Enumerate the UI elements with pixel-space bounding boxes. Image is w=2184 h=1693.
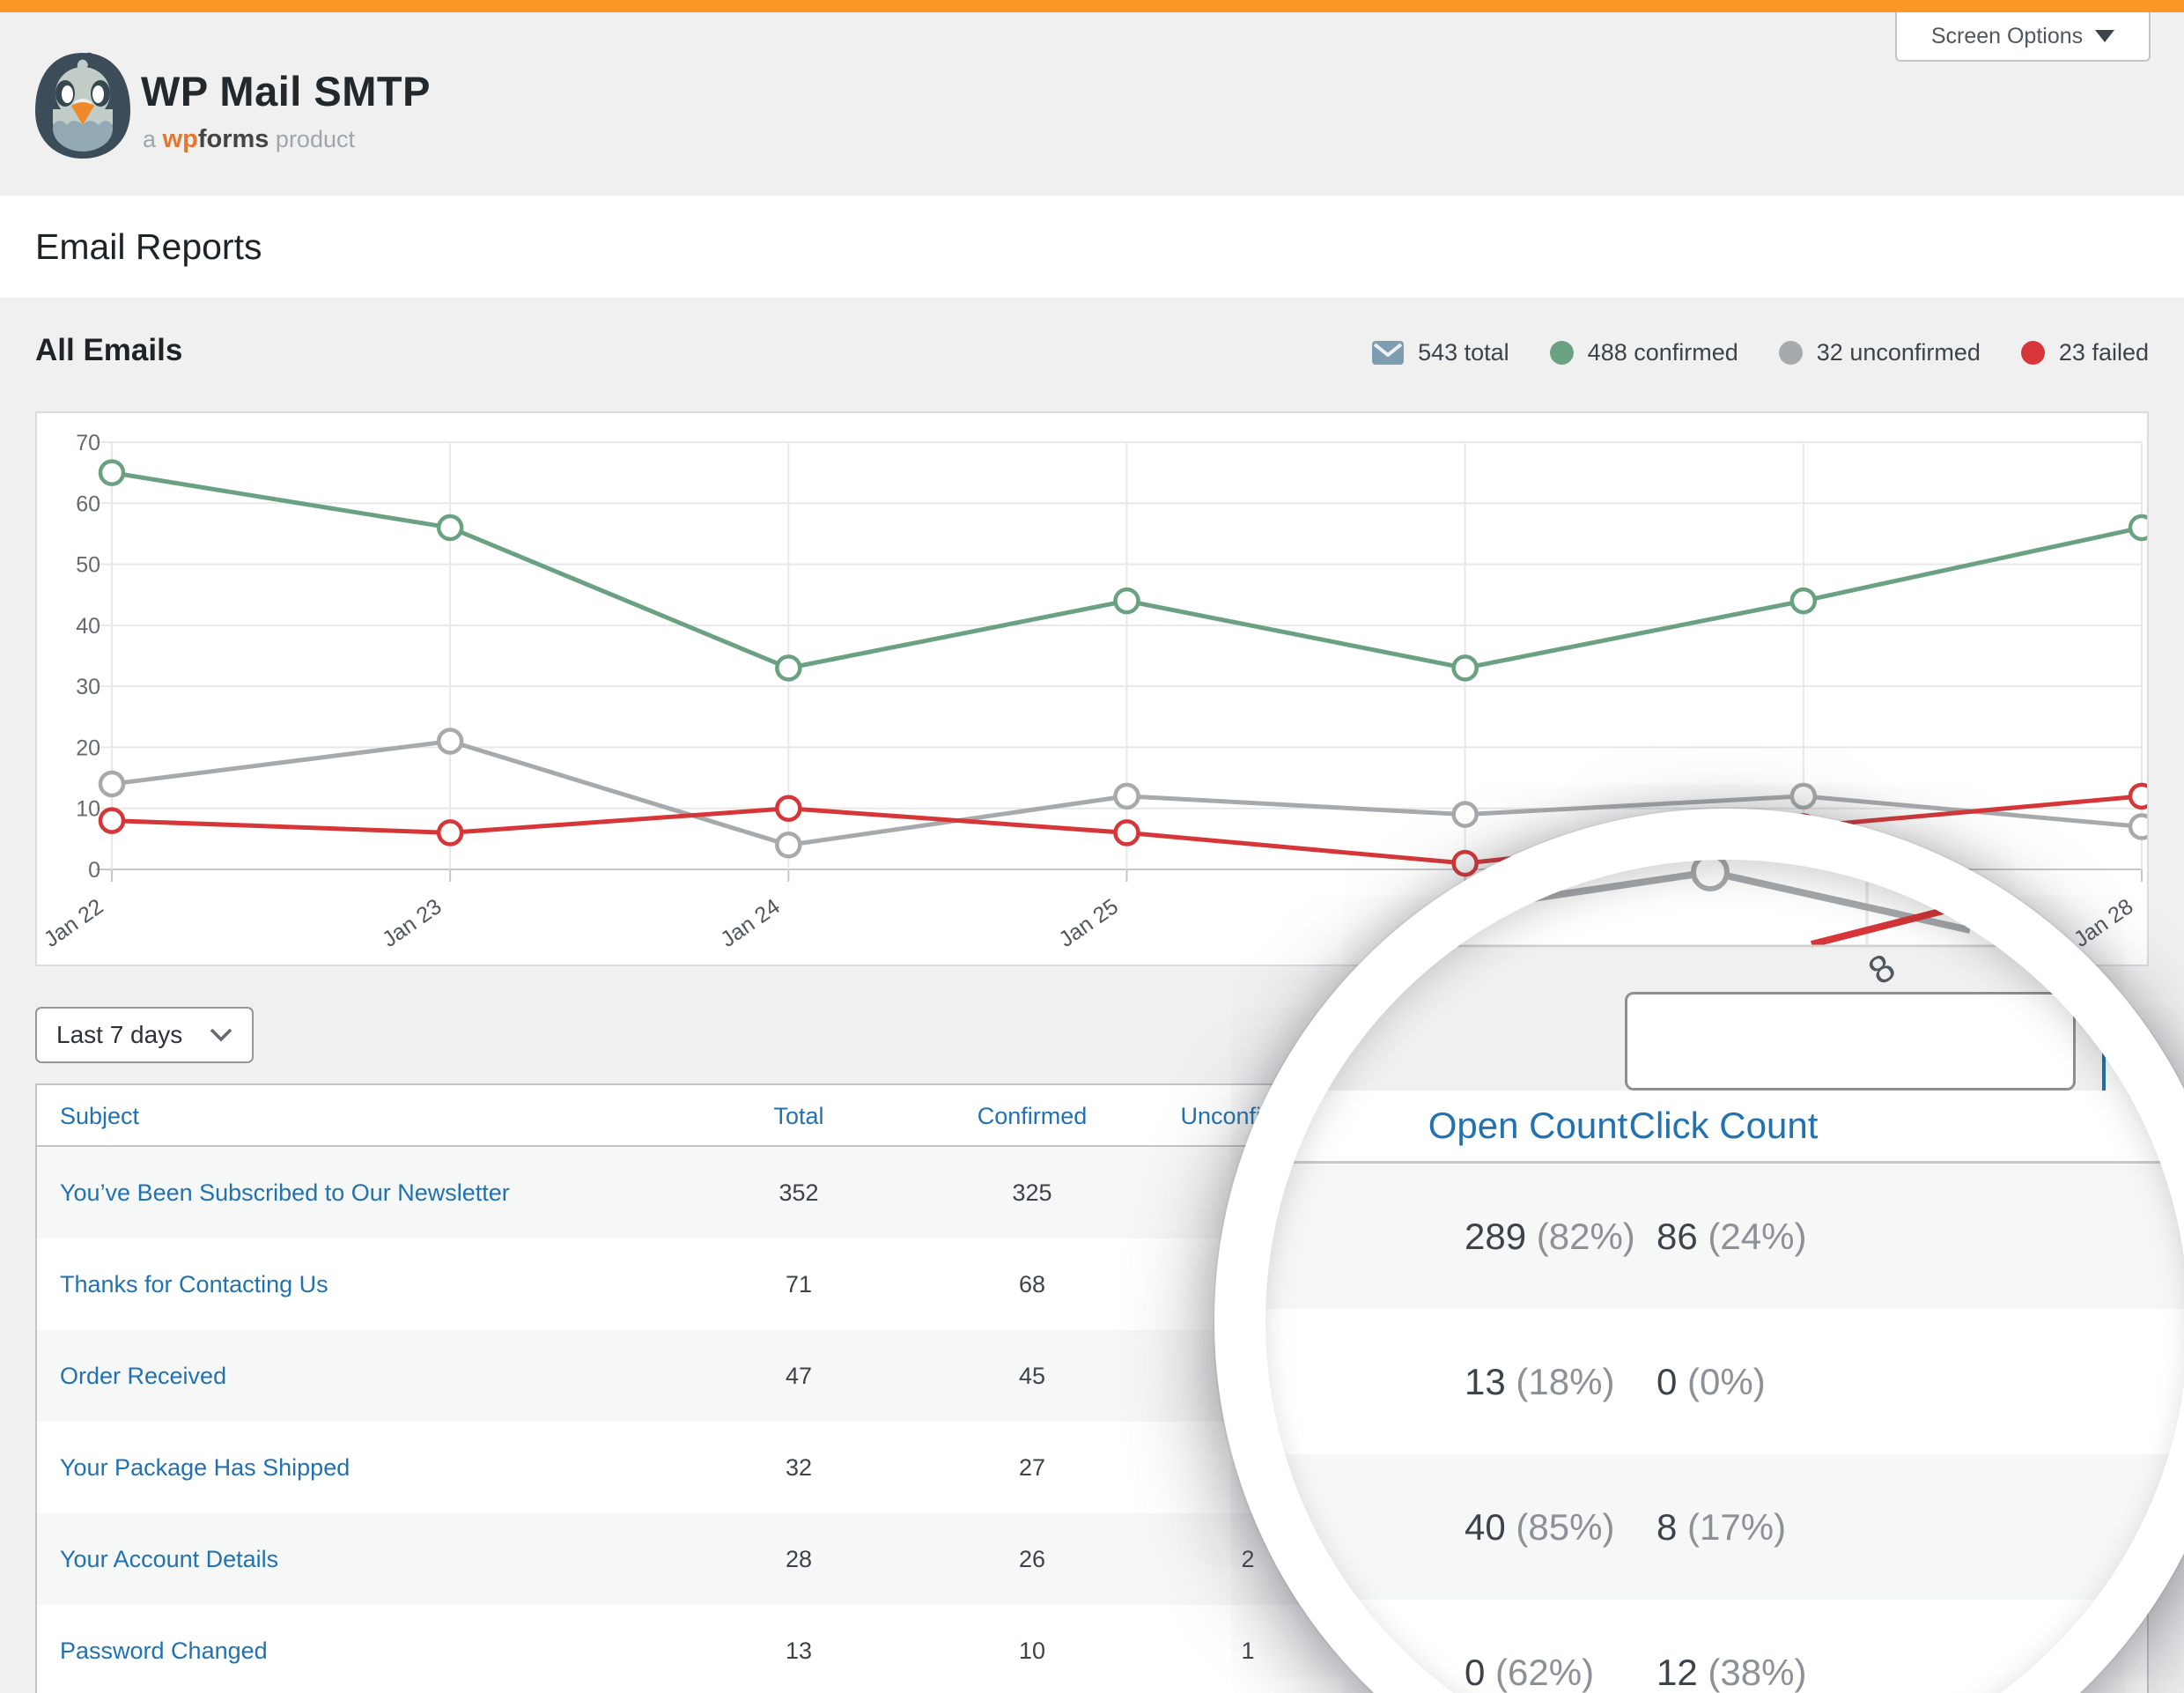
magnified-rows: 289 (82%)86 (24%)13 (18%)0 (0%)40 (85%)8… bbox=[1265, 1164, 2184, 1693]
subject-link[interactable]: Password Changed bbox=[60, 1605, 268, 1693]
plugin-header: WP Mail SMTP a wpforms product bbox=[0, 12, 2184, 196]
open-count-cell: 289 (82%) bbox=[1465, 1164, 1635, 1309]
magnified-table-header: Open Count Click Count bbox=[1265, 1090, 2184, 1164]
tagline-forms: forms bbox=[198, 125, 269, 153]
top-accent-bar bbox=[0, 0, 2184, 12]
confirmed-cell: 27 bbox=[1019, 1422, 1045, 1513]
open-count-cell: 0 (62%) bbox=[1465, 1600, 1594, 1693]
wp-mail-smtp-logo bbox=[32, 48, 134, 162]
chevron-down-icon bbox=[2095, 30, 2114, 42]
tagline-a: a bbox=[143, 126, 156, 152]
dot-icon bbox=[1779, 341, 1803, 365]
legend-item: 543 total bbox=[1372, 339, 1509, 366]
subject-link[interactable]: Your Package Has Shipped bbox=[60, 1422, 350, 1513]
magnifier-content: 8 Open Count Click Count 289 (82%)86 (24… bbox=[1265, 860, 2184, 1693]
click-count-header[interactable]: Click Count bbox=[1629, 1090, 1819, 1161]
magnified-table-row: 13 (18%) 0 (0%) bbox=[1265, 1309, 2184, 1454]
legend-item: 23 failed bbox=[2021, 339, 2149, 366]
envelope-icon bbox=[1372, 341, 1404, 365]
magnified-table-row: 40 (85%) 8 (17%) bbox=[1265, 1454, 2184, 1600]
column-header[interactable]: Total bbox=[773, 1085, 823, 1147]
svg-text:20: 20 bbox=[76, 736, 100, 760]
magnified-axis-label: 8 bbox=[1861, 945, 1904, 994]
date-range-value: Last 7 days bbox=[56, 1021, 182, 1049]
legend-label: 543 total bbox=[1418, 339, 1509, 366]
screen-options-label: Screen Options bbox=[1931, 24, 2083, 49]
subject-link[interactable]: Your Account Details bbox=[60, 1513, 278, 1605]
section-title: All Emails bbox=[35, 333, 182, 368]
total-cell: 47 bbox=[786, 1330, 812, 1422]
confirmed-cell: 68 bbox=[1019, 1238, 1045, 1330]
open-count-cell: 40 (85%) bbox=[1465, 1454, 1614, 1600]
svg-text:Jan 25: Jan 25 bbox=[1054, 894, 1123, 952]
click-count-cell: 8 (17%) bbox=[1656, 1454, 1786, 1600]
total-cell: 28 bbox=[786, 1513, 812, 1605]
screen-options-button[interactable]: Screen Options bbox=[1895, 12, 2151, 62]
confirmed-cell: 325 bbox=[1012, 1147, 1051, 1238]
svg-text:60: 60 bbox=[76, 492, 100, 516]
svg-text:Jan 24: Jan 24 bbox=[716, 894, 785, 952]
subject-link[interactable]: You’ve Been Subscribed to Our Newsletter bbox=[60, 1147, 510, 1238]
chevron-down-icon bbox=[210, 1028, 232, 1042]
open-count-cell: 13 (18%) bbox=[1465, 1309, 1614, 1454]
unconfirmed-cell: 1 bbox=[1241, 1605, 1254, 1693]
legend-label: 32 unconfirmed bbox=[1817, 339, 1981, 366]
svg-text:30: 30 bbox=[76, 675, 100, 699]
page-title: Email Reports bbox=[35, 196, 262, 298]
svg-text:50: 50 bbox=[76, 553, 100, 578]
legend-label: 23 failed bbox=[2059, 339, 2149, 366]
legend-label: 488 confirmed bbox=[1588, 339, 1738, 366]
magnified-table-row: 289 (82%)86 (24%) bbox=[1265, 1164, 2184, 1309]
legend-item: 32 unconfirmed bbox=[1779, 339, 1981, 366]
total-cell: 352 bbox=[778, 1147, 818, 1238]
confirmed-cell: 10 bbox=[1019, 1605, 1045, 1693]
legend-item: 488 confirmed bbox=[1550, 339, 1738, 366]
tagline-wp: wp bbox=[163, 125, 198, 153]
dot-icon bbox=[2021, 341, 2045, 365]
svg-text:Jan 22: Jan 22 bbox=[40, 894, 108, 952]
unconfirmed-cell: 2 bbox=[1241, 1513, 1254, 1605]
svg-text:40: 40 bbox=[76, 614, 100, 639]
magnified-search-button[interactable] bbox=[2102, 1018, 2184, 1098]
date-range-select[interactable]: Last 7 days bbox=[35, 1007, 254, 1063]
svg-text:10: 10 bbox=[76, 797, 100, 822]
svg-text:70: 70 bbox=[76, 431, 100, 455]
confirmed-cell: 26 bbox=[1019, 1513, 1045, 1605]
page-title-band: Email Reports bbox=[0, 196, 2184, 298]
brand-title: WP Mail SMTP bbox=[141, 67, 431, 115]
click-count-cell: 86 (24%) bbox=[1656, 1164, 1806, 1309]
svg-text:Jan 23: Jan 23 bbox=[378, 894, 446, 952]
subject-link[interactable]: Order Received bbox=[60, 1330, 226, 1422]
magnified-search-input[interactable] bbox=[1625, 992, 2076, 1090]
open-count-header[interactable]: Open Count bbox=[1428, 1090, 1628, 1161]
dot-icon bbox=[1550, 341, 1574, 365]
magnifier-lens: 8 Open Count Click Count 289 (82%)86 (24… bbox=[1214, 809, 2184, 1693]
click-count-cell: 12 (38%) bbox=[1656, 1600, 1806, 1693]
chart-legend: 543 total 488 confirmed 32 unconfirmed 23 f… bbox=[1372, 331, 2149, 373]
total-cell: 13 bbox=[786, 1605, 812, 1693]
confirmed-cell: 45 bbox=[1019, 1330, 1045, 1422]
subject-link[interactable]: Thanks for Contacting Us bbox=[60, 1238, 328, 1330]
column-header-subject[interactable]: Subject bbox=[60, 1085, 139, 1147]
magnified-table-row: 0 (62%) 12 (38%) bbox=[1265, 1600, 2184, 1693]
magnified-chart-fragment bbox=[1265, 860, 2184, 948]
total-cell: 32 bbox=[786, 1422, 812, 1513]
column-header[interactable]: Confirmed bbox=[978, 1085, 1088, 1147]
total-cell: 71 bbox=[786, 1238, 812, 1330]
tagline-product: product bbox=[276, 126, 355, 152]
click-count-cell: 0 (0%) bbox=[1656, 1309, 1766, 1454]
svg-text:0: 0 bbox=[88, 858, 100, 883]
brand-tagline: a wpforms product bbox=[143, 125, 355, 154]
